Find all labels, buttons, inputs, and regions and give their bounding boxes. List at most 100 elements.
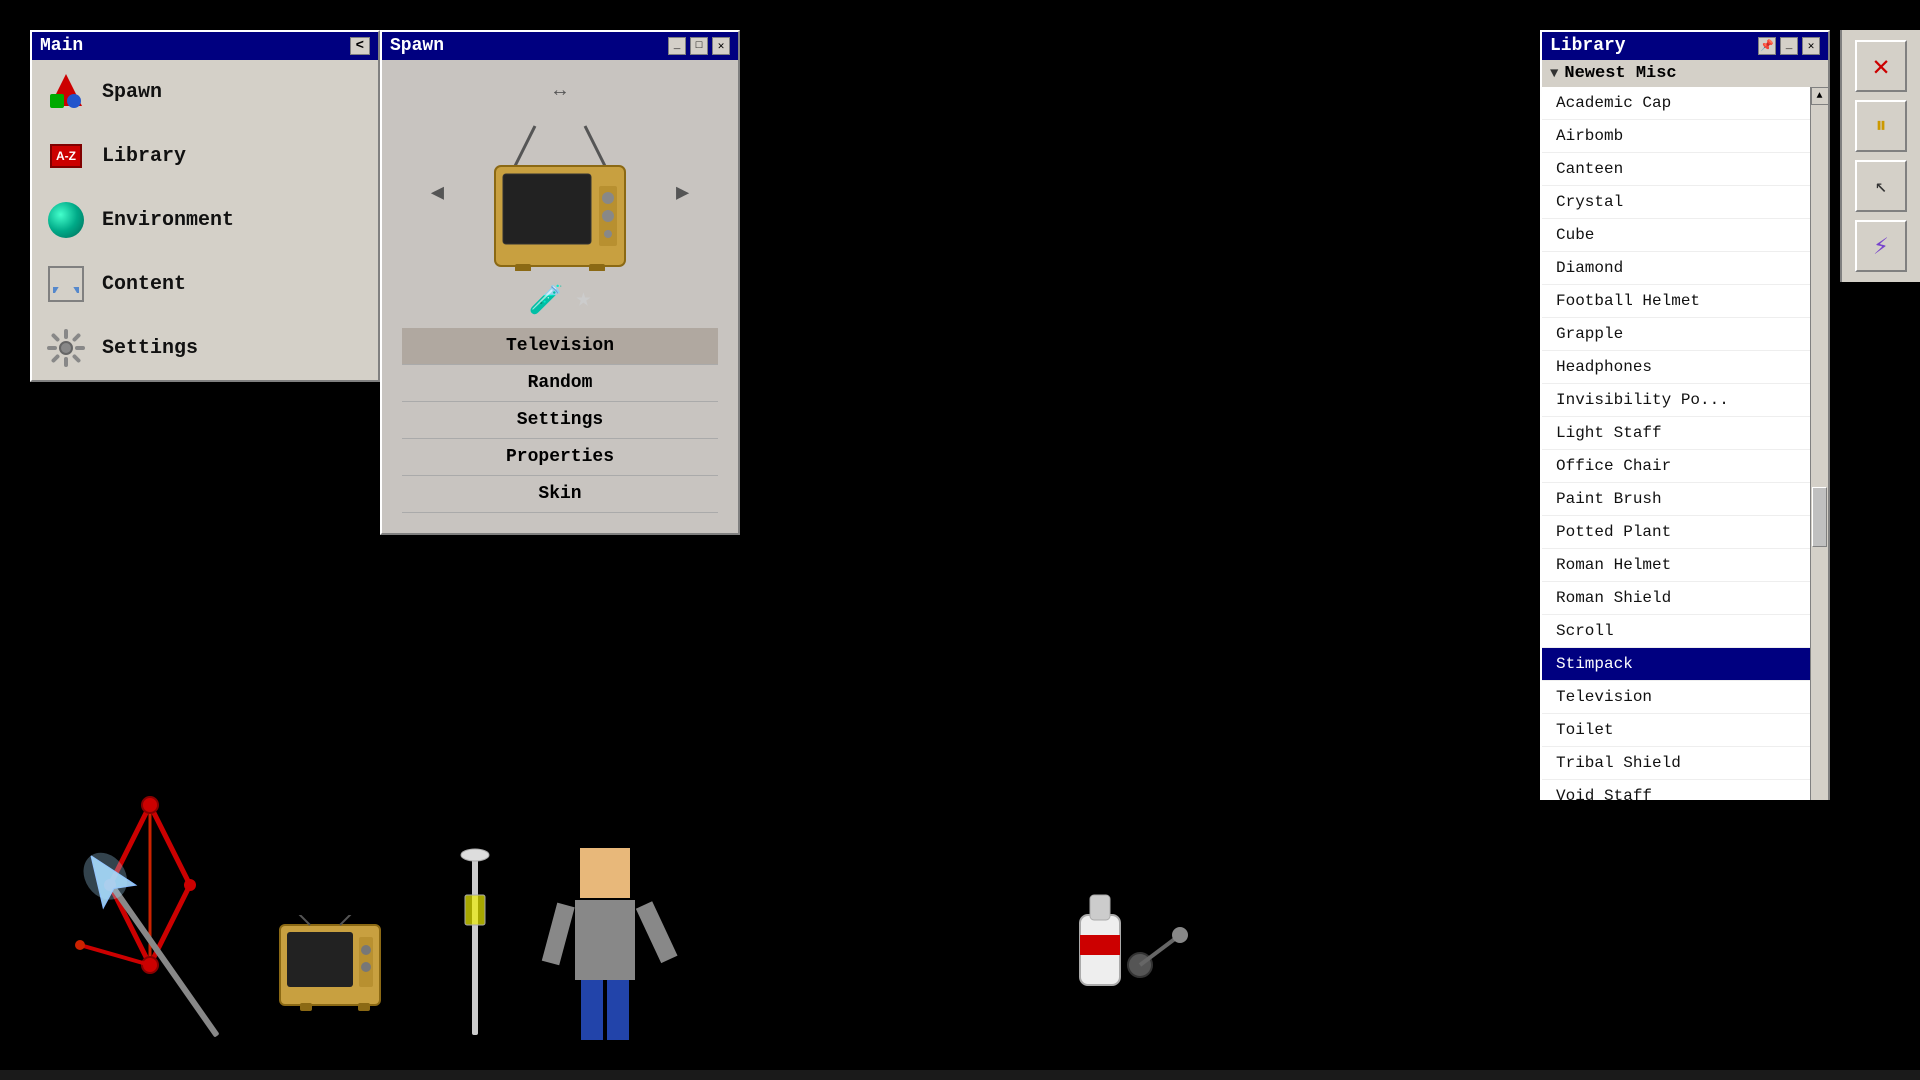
library-item-grapple[interactable]: Grapple (1542, 318, 1828, 351)
spawn-menu-settings[interactable]: Settings (402, 402, 718, 439)
star-icon: ★ (576, 283, 592, 318)
main-panel-collapse-btn[interactable]: < (350, 37, 370, 55)
library-item-airbomb[interactable]: Airbomb (1542, 120, 1828, 153)
sidebar-item-library-label: Library (102, 145, 186, 168)
library-item-stimpack[interactable]: Stimpack (1542, 648, 1828, 681)
library-panel-titlebar: Library 📌 _ ✕ (1542, 32, 1828, 60)
environment-icon (44, 198, 88, 242)
spawn-menu-properties[interactable]: Properties (402, 439, 718, 476)
x-icon: ✕ (1873, 49, 1890, 84)
char-head (580, 848, 630, 898)
lamp-post-object (450, 835, 500, 1040)
spawn-close-btn[interactable]: ✕ (712, 37, 730, 55)
spawn-menu-television[interactable]: Television (402, 328, 718, 365)
sidebar-item-environment-label: Environment (102, 209, 234, 232)
sidebar-item-settings-label: Settings (102, 337, 198, 360)
library-item-toilet[interactable]: Toilet (1542, 714, 1828, 747)
sidebar-item-spawn[interactable]: Spawn (32, 60, 378, 124)
spawn-next-btn[interactable]: ▶ (676, 180, 689, 206)
library-list: Academic Cap Airbomb Canteen Crystal Cub… (1542, 87, 1828, 813)
spawn-prev-btn[interactable]: ◀ (431, 180, 444, 206)
sidebar-item-content-label: Content (102, 273, 186, 296)
library-item-office-chair[interactable]: Office Chair (1542, 450, 1828, 483)
library-item-headphones[interactable]: Headphones (1542, 351, 1828, 384)
lightning-icon: ⚡ (1873, 231, 1889, 262)
library-scrollbar: ▲ ▼ (1810, 87, 1828, 887)
close-button[interactable]: ✕ (1855, 40, 1907, 92)
flask-icon: 🧪 (529, 283, 564, 318)
library-item-light-staff[interactable]: Light Staff (1542, 417, 1828, 450)
sidebar-item-environment[interactable]: Environment (32, 188, 378, 252)
main-panel: Main < Spawn A-Z Library Environment (30, 30, 380, 382)
sidebar-item-settings[interactable]: Settings (32, 316, 378, 380)
character (575, 848, 635, 1040)
spawn-minimize-btn[interactable]: _ (668, 37, 686, 55)
spawn-panel-title: Spawn (390, 36, 444, 56)
library-item-scroll[interactable]: Scroll (1542, 615, 1828, 648)
library-content: Academic Cap Airbomb Canteen Crystal Cub… (1542, 87, 1828, 887)
cursor-button[interactable]: ↖ (1855, 160, 1907, 212)
library-panel-title: Library (1550, 36, 1626, 56)
library-header: ▼ Newest Misc (1542, 60, 1828, 87)
spawn-panel-buttons: _ □ ✕ (668, 37, 730, 55)
char-legs (575, 980, 635, 1040)
char-leg-right (607, 980, 629, 1040)
scrollbar-track[interactable] (1811, 105, 1828, 869)
char-body (575, 900, 635, 980)
library-item-cube[interactable]: Cube (1542, 219, 1828, 252)
library-item-paint-brush[interactable]: Paint Brush (1542, 483, 1828, 516)
sidebar-item-content[interactable]: Content (32, 252, 378, 316)
library-category: Newest Misc (1564, 64, 1676, 83)
library-item-academic-cap[interactable]: Academic Cap (1542, 87, 1828, 120)
library-item-football-helmet[interactable]: Football Helmet (1542, 285, 1828, 318)
spawn-content: ↔ ◀ (382, 60, 738, 533)
spawn-tv-preview (460, 113, 660, 273)
library-pin-btn[interactable]: 📌 (1758, 37, 1776, 55)
main-panel-title: Main (40, 36, 83, 56)
spawn-panel-titlebar: Spawn _ □ ✕ (382, 32, 738, 60)
content-icon (44, 262, 88, 306)
library-item-canteen[interactable]: Canteen (1542, 153, 1828, 186)
spawn-move-icon: ↔ (554, 80, 566, 103)
sidebar-item-spawn-label: Spawn (102, 81, 162, 104)
library-item-invisibility[interactable]: Invisibility Po... (1542, 384, 1828, 417)
spawn-icon (44, 70, 88, 114)
library-item-crystal[interactable]: Crystal (1542, 186, 1828, 219)
main-panel-titlebar: Main < (32, 32, 378, 60)
library-panel: Library 📌 _ ✕ ▼ Newest Misc Academic Cap… (1540, 30, 1830, 889)
library-item-diamond[interactable]: Diamond (1542, 252, 1828, 285)
library-item-roman-helmet[interactable]: Roman Helmet (1542, 549, 1828, 582)
scrollbar-up-btn[interactable]: ▲ (1811, 87, 1829, 105)
ground-line (0, 1070, 1920, 1080)
stimpack-object (1020, 885, 1200, 1020)
settings-icon (44, 326, 88, 370)
library-item-roman-shield[interactable]: Roman Shield (1542, 582, 1828, 615)
scrollbar-thumb[interactable] (1812, 487, 1827, 547)
library-item-potted-plant[interactable]: Potted Plant (1542, 516, 1828, 549)
ground-tv (270, 915, 410, 1040)
char-arm-left (542, 903, 575, 966)
library-minimize-btn[interactable]: _ (1780, 37, 1798, 55)
spawn-nav: ↔ (402, 80, 718, 103)
scene-floor-area (0, 800, 1920, 1080)
spawn-menu-skin[interactable]: Skin (402, 476, 718, 513)
pause-button[interactable]: ⏸ (1855, 100, 1907, 152)
library-item-television[interactable]: Television (1542, 681, 1828, 714)
char-leg-left (581, 980, 603, 1040)
spawn-panel: Spawn _ □ ✕ ↔ ◀ (380, 30, 740, 535)
spawn-menu-random[interactable]: Random (402, 365, 718, 402)
tv-svg (465, 116, 655, 271)
library-item-tribal-shield[interactable]: Tribal Shield (1542, 747, 1828, 780)
spawn-maximize-btn[interactable]: □ (690, 37, 708, 55)
cursor-icon: ↖ (1875, 173, 1887, 199)
library-close-btn[interactable]: ✕ (1802, 37, 1820, 55)
right-toolbar: ✕ ⏸ ↖ ⚡ (1840, 30, 1920, 282)
library-collapse-arrow[interactable]: ▼ (1550, 66, 1558, 82)
sidebar-item-library[interactable]: A-Z Library (32, 124, 378, 188)
pause-icon: ⏸ (1875, 114, 1886, 139)
spawn-icons-row: 🧪 ★ (529, 283, 592, 318)
char-arm-right (636, 901, 678, 963)
library-panel-buttons: 📌 _ ✕ (1758, 37, 1820, 55)
lightning-button[interactable]: ⚡ (1855, 220, 1907, 272)
library-icon: A-Z (44, 134, 88, 178)
